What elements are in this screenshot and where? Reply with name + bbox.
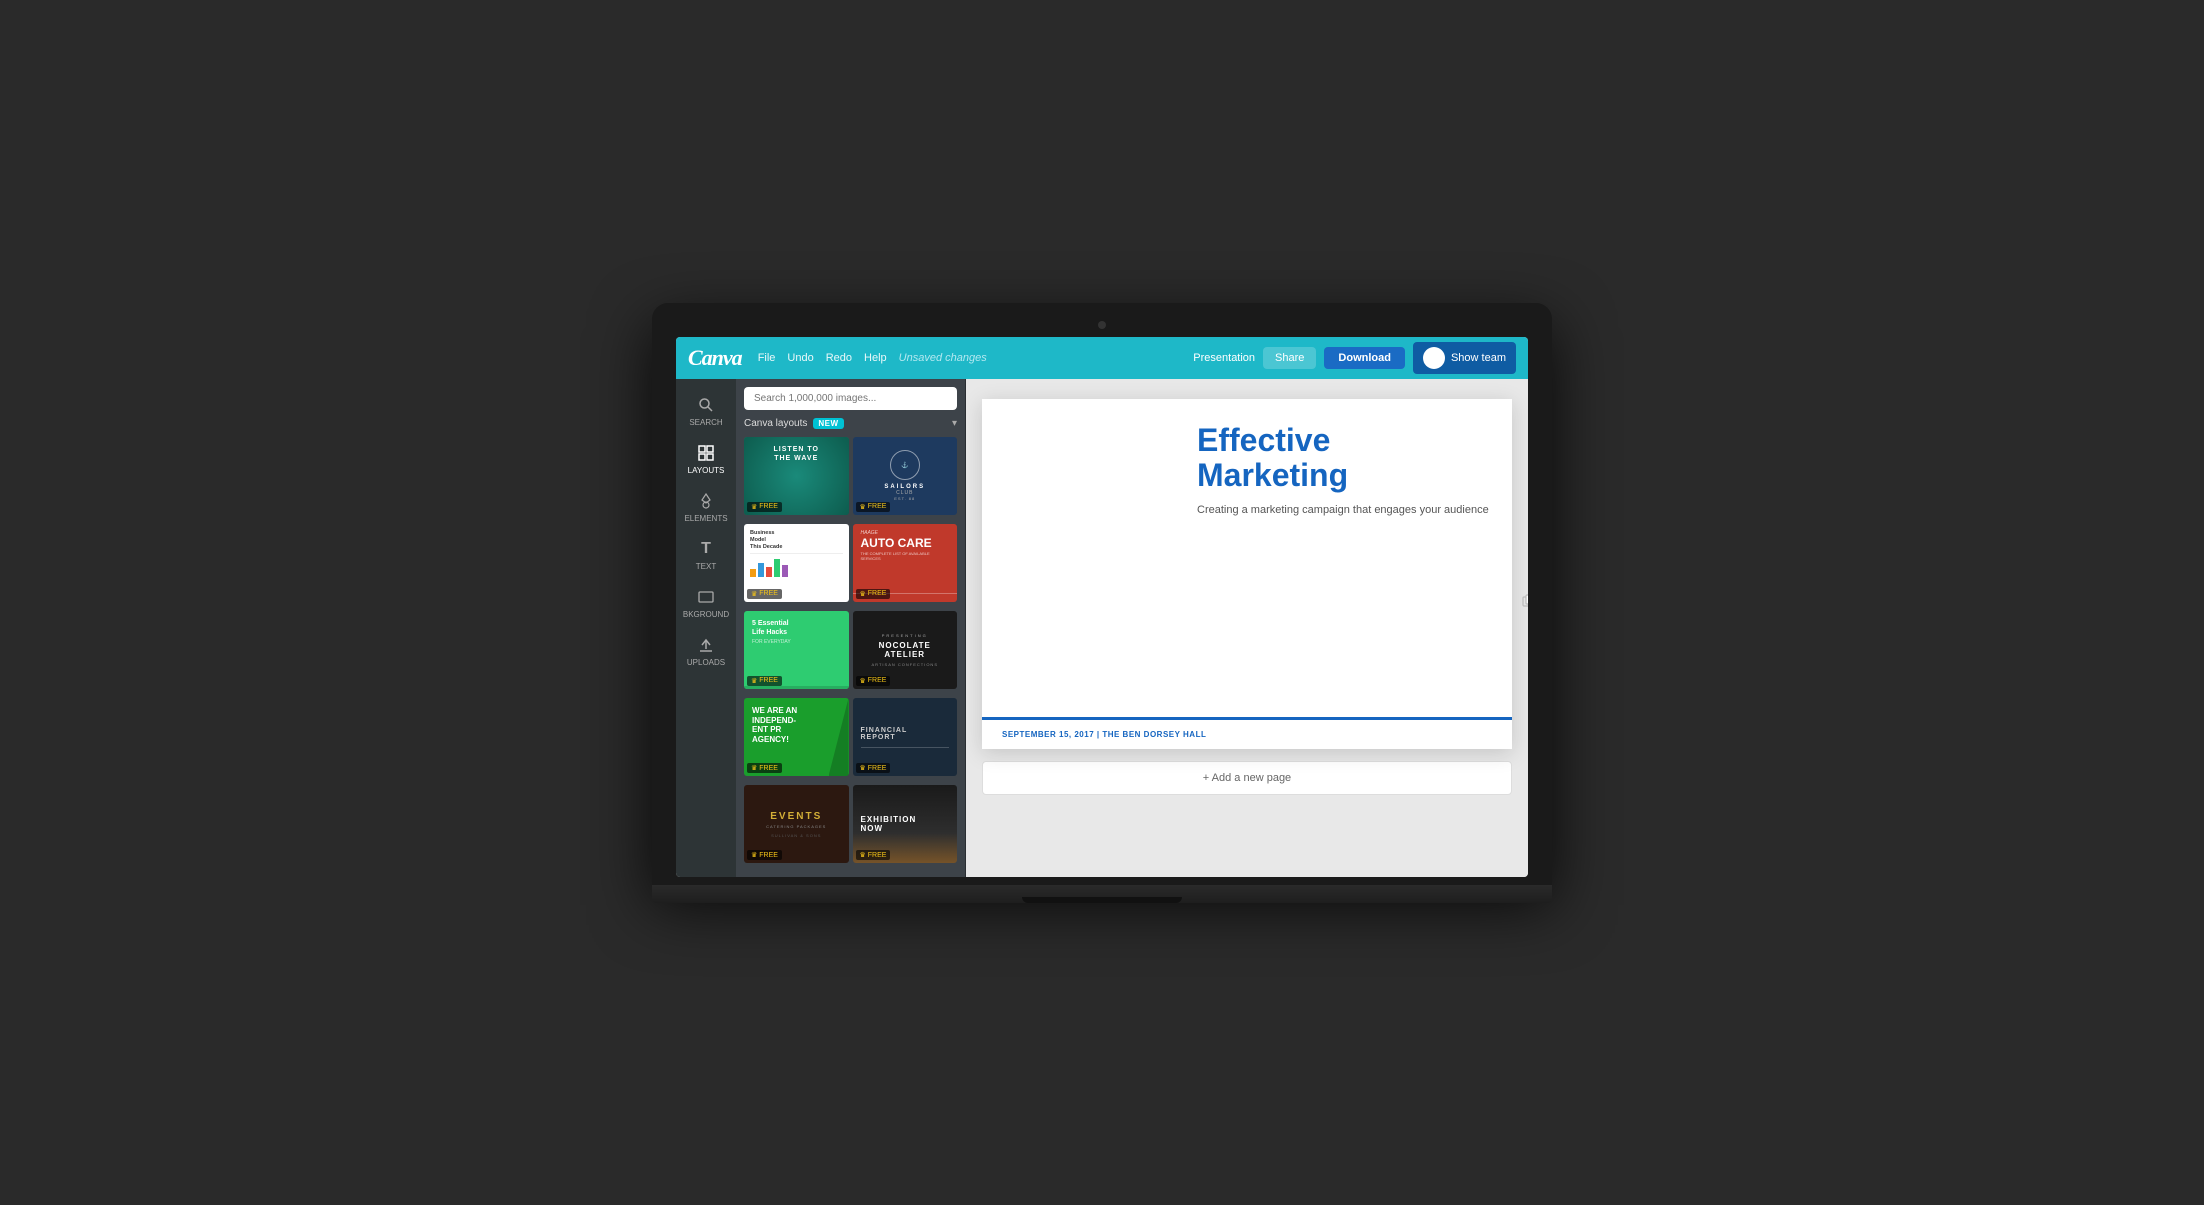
- slide-title: Effective Marketing: [1197, 423, 1492, 493]
- search-area: [736, 379, 965, 418]
- search-icon: [696, 395, 716, 415]
- show-team-label: Show team: [1451, 352, 1506, 364]
- add-page-button[interactable]: + Add a new page: [982, 761, 1512, 795]
- user-avatar: [1423, 347, 1445, 369]
- slide-text-area: Effective Marketing Creating a marketing…: [1177, 399, 1512, 717]
- elements-icon: [696, 491, 716, 511]
- template-card-3[interactable]: BusinessModelThis Decade: [744, 524, 849, 602]
- nav-help[interactable]: Help: [864, 352, 887, 364]
- slide-subtitle: Creating a marketing campaign that engag…: [1197, 503, 1492, 518]
- slide-title-line2: Marketing: [1197, 457, 1348, 493]
- free-badge-1: ♛ FREE: [747, 502, 782, 512]
- laptop-base: [652, 885, 1552, 903]
- free-badge-3: ♛ FREE: [747, 589, 782, 599]
- sidebar: SEARCH LAYOUTS: [676, 379, 736, 877]
- filter-label: Canva layouts: [744, 418, 807, 429]
- screen: Canva File Undo Redo Help Unsaved change…: [676, 337, 1528, 877]
- camera: [1098, 321, 1106, 329]
- app-body: SEARCH LAYOUTS: [676, 379, 1528, 877]
- slide[interactable]: Presentation Effective Market: [982, 399, 1512, 749]
- sidebar-item-layouts[interactable]: LAYOUTS: [676, 435, 736, 481]
- sidebar-item-background[interactable]: BKGROUND: [676, 579, 736, 625]
- background-icon: [696, 587, 716, 607]
- template-card-8[interactable]: FINANCIALREPORT ♛ FREE: [853, 698, 958, 776]
- slide-content: Presentation Effective Market: [982, 399, 1512, 717]
- nav-menu: File Undo Redo Help Unsaved changes: [758, 352, 1194, 364]
- slide-date: SEPTEMBER 15, 2017 | THE BEN DORSEY HALL: [1002, 730, 1492, 739]
- sidebar-item-uploads[interactable]: UPLOADS: [676, 627, 736, 673]
- free-badge-6: ♛ FREE: [856, 676, 891, 686]
- free-badge-9: ♛ FREE: [747, 850, 782, 860]
- app-container: Canva File Undo Redo Help Unsaved change…: [676, 337, 1528, 877]
- filter-row: Canva layouts NEW ▾: [736, 418, 965, 437]
- canvas-area[interactable]: Presentation Effective Market: [966, 379, 1528, 877]
- slide-title-block: Effective Marketing Creating a marketing…: [1197, 423, 1492, 519]
- text-icon: T: [696, 539, 716, 559]
- template-card-10[interactable]: EXHIBITIONNOW ♛ FREE: [853, 785, 958, 863]
- screen-bezel: Canva File Undo Redo Help Unsaved change…: [652, 303, 1552, 885]
- filter-dropdown[interactable]: ▾: [952, 418, 957, 429]
- template-card-7[interactable]: WE ARE ANINDEPEND-ENT PRAGENCY! ♛ FREE: [744, 698, 849, 776]
- free-badge-7: ♛ FREE: [747, 763, 782, 773]
- template-card-9[interactable]: EVENTS CATERING PACKAGES SULLIVAN & SONS…: [744, 785, 849, 863]
- template-card-5[interactable]: 5 EssentialLife Hacks FOR EVERYDAY ♛ FRE…: [744, 611, 849, 689]
- nav-file[interactable]: File: [758, 352, 776, 364]
- sidebar-elements-label: ELEMENTS: [684, 514, 727, 523]
- nav-undo[interactable]: Undo: [787, 352, 813, 364]
- templates-grid: LISTEN TOTHE WAVE ♛ FREE: [736, 437, 965, 877]
- laptop-container: Canva File Undo Redo Help Unsaved change…: [652, 303, 1552, 903]
- sidebar-item-elements[interactable]: ELEMENTS: [676, 483, 736, 529]
- slide-title-line1: Effective: [1197, 422, 1330, 458]
- template-card-4[interactable]: HAAGE AUTO CARE THE COMPLETE LIST OF AVA…: [853, 524, 958, 602]
- sidebar-uploads-label: UPLOADS: [687, 658, 725, 667]
- sidebar-item-search[interactable]: SEARCH: [676, 387, 736, 433]
- download-button[interactable]: Download: [1324, 347, 1405, 369]
- sidebar-search-label: SEARCH: [689, 418, 722, 427]
- slide-footer: SEPTEMBER 15, 2017 | THE BEN DORSEY HALL: [982, 717, 1512, 749]
- presentation-label: Presentation: [1193, 352, 1255, 364]
- sidebar-layouts-label: LAYOUTS: [688, 466, 725, 475]
- nav-right: Presentation Share Download Show team: [1193, 342, 1516, 374]
- template-card-2[interactable]: ⚓ SAILORS CLUB EST. 88 ♛ FREE: [853, 437, 958, 515]
- sidebar-text-label: TEXT: [696, 562, 716, 571]
- uploads-icon: [696, 635, 716, 655]
- topnav: Canva File Undo Redo Help Unsaved change…: [676, 337, 1528, 379]
- nav-redo[interactable]: Redo: [826, 352, 852, 364]
- template-card-1[interactable]: LISTEN TOTHE WAVE ♛ FREE: [744, 437, 849, 515]
- share-button[interactable]: Share: [1263, 347, 1316, 369]
- free-badge-8: ♛ FREE: [856, 763, 891, 773]
- canva-logo[interactable]: Canva: [688, 345, 742, 371]
- show-team-button[interactable]: Show team: [1413, 342, 1516, 374]
- sidebar-item-text[interactable]: T TEXT: [676, 531, 736, 577]
- unsaved-indicator: Unsaved changes: [899, 352, 987, 364]
- free-badge-2: ♛ FREE: [856, 502, 891, 512]
- new-badge: NEW: [813, 418, 843, 429]
- free-badge-4: ♛ FREE: [856, 589, 891, 599]
- sidebar-bkground-label: BKGROUND: [683, 610, 729, 619]
- duplicate-icon[interactable]: [1522, 594, 1528, 611]
- search-input[interactable]: [744, 387, 957, 410]
- layouts-icon: [696, 443, 716, 463]
- layouts-panel: Canva layouts NEW ▾ LISTEN TOTHE WAVE: [736, 379, 966, 877]
- free-badge-10: ♛ FREE: [856, 850, 891, 860]
- template-card-6[interactable]: PRESENTING NOCOLATEATELIER ARTISAN CONFE…: [853, 611, 958, 689]
- free-badge-5: ♛ FREE: [747, 676, 782, 686]
